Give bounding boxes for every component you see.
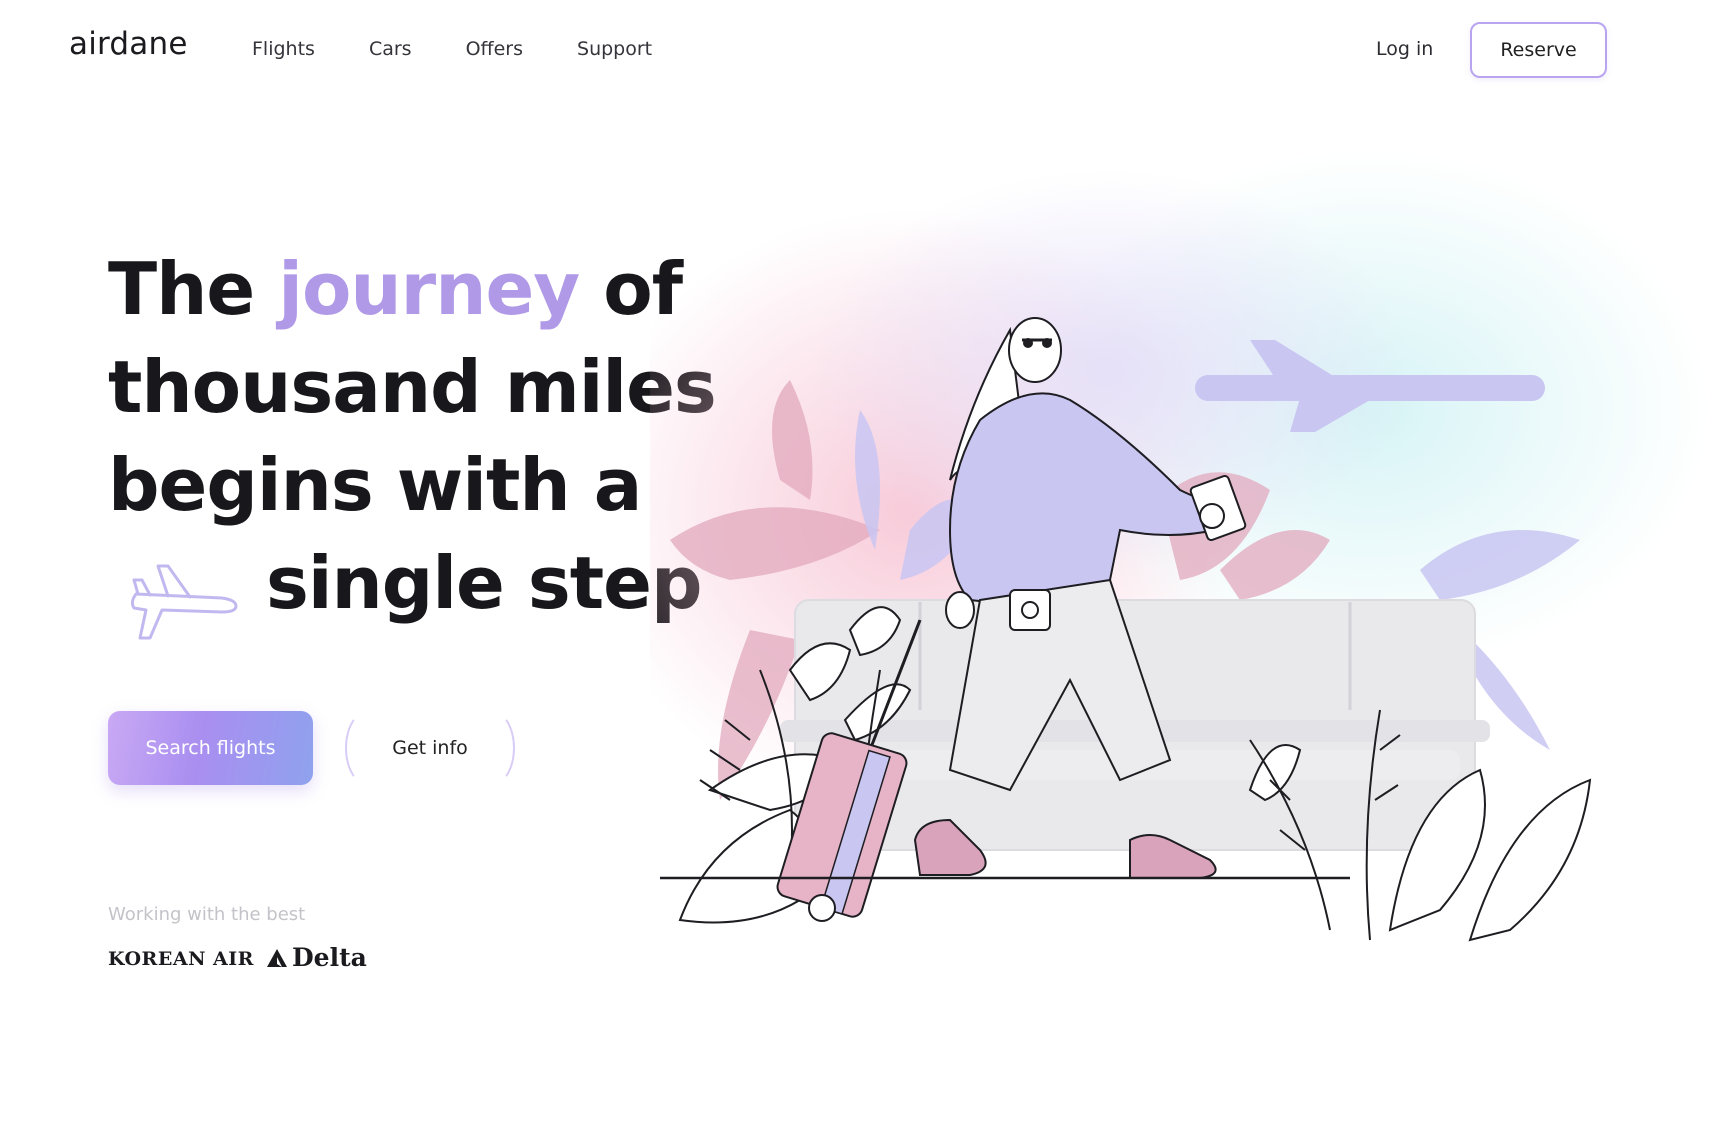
airplane-outline-icon [130, 564, 238, 640]
headline-word-the: The [108, 247, 255, 331]
partner-logo-delta: Delta [266, 943, 367, 972]
headline-line-2: thousand miles [108, 345, 717, 429]
partner-delta-name: Delta [292, 943, 367, 972]
brand-logo[interactable]: airdane [69, 26, 188, 62]
login-link[interactable]: Log in [1376, 38, 1433, 60]
partners-label: Working with the best [108, 904, 306, 925]
partner-logo-korean-air: KOREAN AIR [108, 948, 254, 970]
hero-illustration [650, 150, 1710, 942]
headline-line-1: The journey of [108, 240, 708, 338]
nav-cars[interactable]: Cars [369, 38, 412, 60]
main-nav: Flights Cars Offers Support [252, 38, 652, 60]
nav-flights[interactable]: Flights [252, 38, 315, 60]
nav-support[interactable]: Support [577, 38, 652, 60]
headline-accent-word: journey [278, 247, 580, 331]
headline-line-3: begins with a [108, 443, 642, 527]
landing-page: airdane Flights Cars Offers Support Log … [0, 0, 1736, 1140]
reserve-button[interactable]: Reserve [1470, 22, 1607, 78]
search-flights-button[interactable]: Search flights [108, 711, 313, 785]
nav-offers[interactable]: Offers [466, 38, 523, 60]
triangle-icon [267, 948, 287, 967]
get-info-button[interactable]: Get info [345, 711, 515, 785]
